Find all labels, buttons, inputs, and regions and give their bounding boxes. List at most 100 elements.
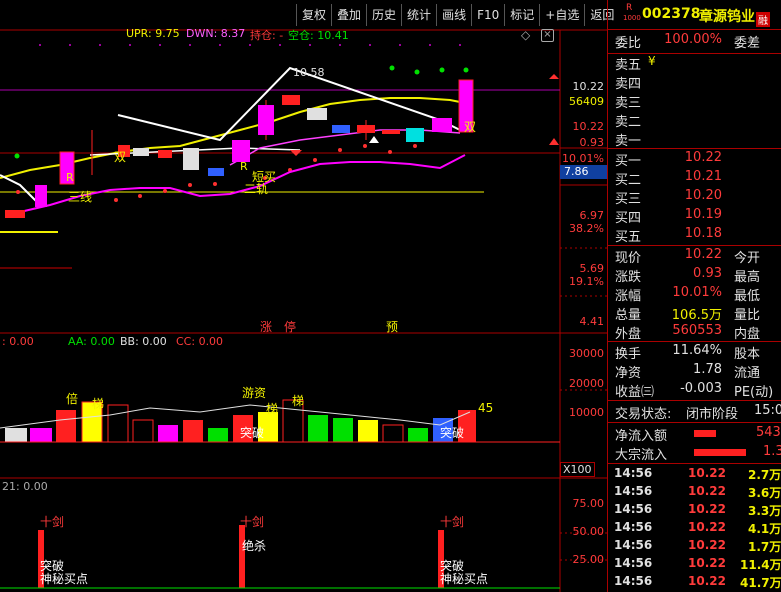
buy-label: 买五 <box>615 230 642 245</box>
count-annotation: 45 <box>478 401 494 415</box>
stats-value: -0.003 <box>680 381 722 396</box>
tick-price: 10.22 <box>688 466 726 480</box>
tick-time: 14:56 <box>614 466 653 480</box>
sell-label: 卖四 <box>615 77 642 92</box>
sell-row: 卖四 <box>608 73 781 92</box>
quote-row: 外盘 560553 内盘 <box>608 323 781 342</box>
net-inflow-bar <box>694 430 716 437</box>
tick-row: 14:56 10.22 41.7万 <box>608 574 781 592</box>
quote-label: 外盘 <box>615 327 642 342</box>
buy-row: 买三 10.20 <box>608 188 781 207</box>
ti-annotation: 梯 <box>92 397 105 411</box>
diamond-icon[interactable]: ◇ <box>521 28 530 42</box>
axis-label: 10.22 <box>572 120 605 133</box>
trade-state-row: 交易状态: 闭市阶段 15:0 <box>608 403 781 422</box>
sell-value: ¥ <box>648 54 656 68</box>
bb-label: BB: 0.00 <box>120 335 167 348</box>
quote-label: 涨幅 <box>615 289 642 304</box>
quote-label: 现价 <box>615 251 642 266</box>
trend-white <box>0 174 41 206</box>
stats-value: 1.78 <box>693 362 722 377</box>
block-inflow-value: 1.3 <box>763 444 781 459</box>
quote-label: 最低 <box>734 289 761 304</box>
quote-label: 今开 <box>734 251 761 266</box>
stats-row: 净资 1.78 流通 <box>608 362 781 381</box>
history-button[interactable]: 历史 <box>366 4 401 26</box>
vol-axis-label: 30000 <box>569 347 604 360</box>
x100-label: X100 <box>560 462 595 477</box>
tick-volume: 4.1万 <box>748 522 781 536</box>
stock-name: 章源钨业 <box>699 9 755 25</box>
axis-label: 6.97 <box>579 209 605 222</box>
quote-label: 内盘 <box>734 327 761 342</box>
buy-price: 10.21 <box>684 169 722 184</box>
net-inflow-label: 净流入额 <box>615 429 668 444</box>
restore-rights-button[interactable]: 复权 <box>296 4 331 26</box>
axis-label: 38.2% <box>569 222 604 235</box>
tick-row: 14:56 10.22 11.4万 <box>608 556 781 574</box>
block-inflow-bar <box>694 449 746 456</box>
quote-value: 0.93 <box>693 266 722 281</box>
vol-axis-label: 20000 <box>569 377 604 390</box>
weibi-value: 100.00% <box>664 32 722 47</box>
r-annotation: R <box>240 160 248 173</box>
stats-value: 11.64% <box>672 343 722 358</box>
stats-label: 流通 <box>734 366 761 381</box>
tick-price: 10.22 <box>688 502 726 516</box>
statistics-button[interactable]: 统计 <box>401 4 436 26</box>
tick-row: 14:56 10.22 3.3万 <box>608 502 781 520</box>
quote-row: 涨跌 0.93 最高 <box>608 266 781 285</box>
mimi-annotation: 神秘买点 <box>40 572 89 586</box>
tick-time: 14:56 <box>614 556 653 570</box>
tick-time: 14:56 <box>614 520 653 534</box>
stats-label: PE(动) <box>734 385 774 400</box>
hold-label: 持仓: - <box>250 29 284 42</box>
f10-button[interactable]: F10 <box>471 4 504 26</box>
weibi-label: 委比 <box>615 36 642 51</box>
cc-label: CC: 0.00 <box>176 335 224 348</box>
sell-label: 卖二 <box>615 115 642 130</box>
tick-time: 14:56 <box>614 574 653 588</box>
trade-state-label: 交易状态: <box>615 407 672 422</box>
ting-annotation: 停 <box>284 320 297 334</box>
buy-row: 买五 10.18 <box>608 226 781 245</box>
stats-label: 净资 <box>615 366 642 381</box>
trade-state-value: 闭市阶段 <box>686 407 739 422</box>
add-favorite-button[interactable]: +自选 <box>539 4 584 26</box>
weibi-row: 委比 100.00% 委差 <box>608 32 781 51</box>
tick-price: 10.22 <box>688 556 726 570</box>
axis-label: 56409 <box>569 95 604 108</box>
price-annotation: 10.58 <box>293 66 325 79</box>
toolbar: 复权 叠加 历史 统计 画线 F10 标记 +自选 返回 <box>296 0 619 30</box>
shuang-annotation: 双 <box>114 150 127 164</box>
tick-volume: 41.7万 <box>740 576 781 590</box>
quote-row: 涨幅 10.01% 最低 <box>608 285 781 304</box>
dwn-label: DWN: 8.37 <box>186 27 246 40</box>
tick-price: 10.22 <box>688 484 726 498</box>
tick-volume: 2.7万 <box>748 468 781 482</box>
empty-label: 空仓: 10.41 <box>288 29 349 42</box>
buy-price: 10.19 <box>684 207 722 222</box>
axis-label: 19.1% <box>569 275 604 288</box>
quote-value: 10.22 <box>684 247 722 262</box>
badge-1000: 1000 <box>623 14 641 22</box>
net-inflow-row: 净流入额 543 <box>608 425 781 444</box>
axis-label: 10.22 <box>572 80 605 93</box>
buy-label: 买一 <box>615 154 642 169</box>
tick-row: 14:56 10.22 3.6万 <box>608 484 781 502</box>
quote-row: 总量 106.5万 量比 <box>608 304 781 323</box>
overlay-button[interactable]: 叠加 <box>331 4 366 26</box>
ergui-annotation: 二轨 <box>244 182 269 196</box>
sell-label: 卖三 <box>615 96 642 111</box>
draw-line-button[interactable]: 画线 <box>436 4 471 26</box>
stats-row: 换手 11.64% 股本 <box>608 343 781 362</box>
kline-chart[interactable] <box>0 0 607 592</box>
quote-value: 106.5万 <box>671 308 722 323</box>
quote-row: 现价 10.22 今开 <box>608 247 781 266</box>
tick-price: 10.22 <box>688 520 726 534</box>
tupo-annotation: 突破 <box>240 426 265 440</box>
stats-row: 收益㈢ -0.003 PE(动) <box>608 381 781 400</box>
mark-button[interactable]: 标记 <box>504 4 539 26</box>
margin-badge: 融 <box>756 12 770 27</box>
close-icon[interactable]: × <box>541 29 554 42</box>
